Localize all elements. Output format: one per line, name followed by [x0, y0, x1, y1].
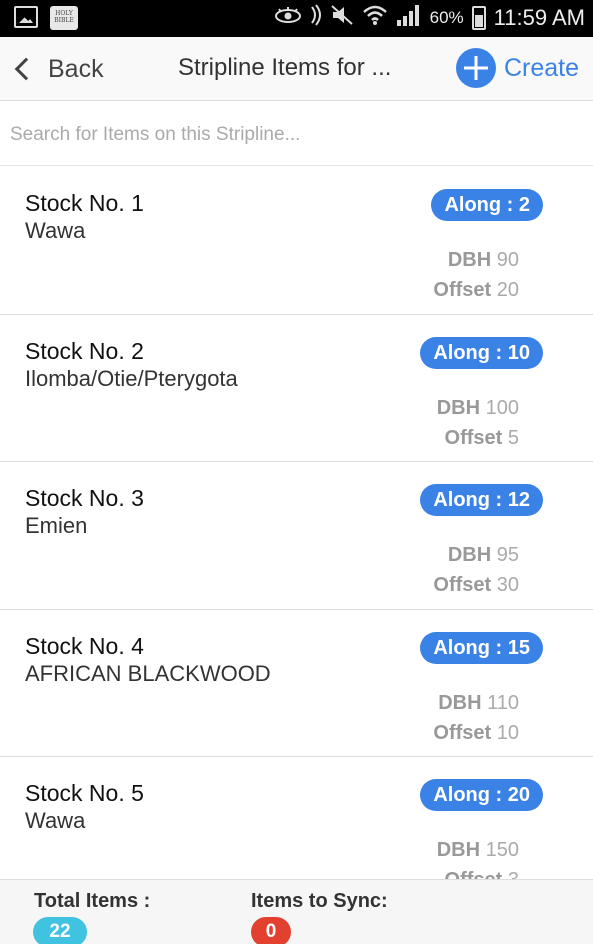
- item-title: Stock No. 3: [25, 485, 144, 511]
- offset-label: Offset: [445, 869, 503, 879]
- item-offset: Offset 20: [433, 279, 519, 302]
- item-title: Stock No. 1: [25, 190, 144, 216]
- offset-value: 3: [508, 869, 519, 879]
- dbh-value: 110: [487, 691, 519, 714]
- mute-icon: [330, 4, 354, 32]
- along-badge: Along : 12: [420, 484, 543, 516]
- item-offset: Offset 30: [433, 574, 519, 597]
- offset-label: Offset: [433, 574, 492, 596]
- dbh-value: 90: [496, 249, 519, 271]
- list-item[interactable]: Stock No. 3 Emien Along : 12 DBH 95 Offs…: [0, 462, 593, 610]
- dbh-value: 150: [485, 839, 519, 861]
- offset-label: Offset: [444, 426, 503, 449]
- item-dbh: DBH 110: [438, 692, 519, 715]
- dbh-label: DBH: [447, 544, 492, 566]
- eye-icon: [274, 5, 302, 31]
- item-dbh: DBH 150: [437, 839, 519, 862]
- items-to-sync-label: Items to Sync:: [251, 890, 388, 912]
- battery-icon: [471, 6, 486, 30]
- item-dbh: DBH 100: [437, 397, 519, 420]
- back-button[interactable]: Back: [12, 51, 104, 87]
- item-title: Stock No. 2: [25, 337, 144, 364]
- item-offset: Offset 5: [445, 427, 519, 450]
- offset-value: 20: [496, 279, 519, 301]
- status-bar: HOLY BIBLE 60% 11:59 AM: [0, 0, 593, 37]
- list-item[interactable]: Stock No. 2 Ilomba/Otie/Pterygota Along …: [0, 314, 593, 462]
- page-title: Stripline Items for ...: [178, 54, 392, 81]
- dbh-label: DBH: [447, 249, 492, 271]
- item-species: Emien: [25, 513, 88, 538]
- clock: 11:59 AM: [493, 5, 585, 30]
- search-bar: [0, 102, 593, 166]
- item-offset: Offset 3: [445, 869, 519, 879]
- back-label: Back: [48, 54, 104, 83]
- item-offset: Offset 10: [433, 722, 519, 745]
- summary-footer: Total Items : 22 Items to Sync: 0: [0, 879, 593, 944]
- along-badge: Along : 10: [420, 336, 543, 369]
- item-species: AFRICAN BLACKWOOD: [25, 660, 271, 686]
- dbh-label: DBH: [436, 396, 481, 419]
- along-badge: Along : 15: [420, 631, 543, 664]
- dbh-value: 100: [485, 396, 519, 419]
- signal-icon: [396, 4, 422, 32]
- offset-value: 10: [496, 721, 519, 744]
- dbh-value: 95: [496, 544, 519, 566]
- total-items-badge: 22: [33, 917, 87, 944]
- nfc-icon: [310, 4, 322, 32]
- item-species: Ilomba/Otie/Pterygota: [25, 365, 238, 391]
- plus-icon: [455, 48, 496, 88]
- item-title: Stock No. 5: [25, 780, 144, 806]
- wifi-icon: [362, 4, 388, 32]
- dbh-label: DBH: [436, 839, 481, 861]
- item-species: Wawa: [25, 808, 86, 833]
- item-species: Wawa: [25, 218, 86, 243]
- offset-value: 30: [496, 574, 519, 596]
- offset-value: 5: [507, 426, 519, 449]
- holy-bible-app-icon: HOLY BIBLE: [50, 6, 78, 30]
- list-item[interactable]: Stock No. 5 Wawa Along : 20 DBH 150 Offs…: [0, 757, 593, 879]
- dbh-label: DBH: [438, 691, 482, 714]
- item-dbh: DBH 95: [448, 544, 519, 567]
- create-button[interactable]: Create: [455, 48, 579, 88]
- app-header: Back Stripline Items for ... Create: [0, 37, 593, 101]
- along-badge: Along : 2: [431, 189, 543, 221]
- total-items-label: Total Items :: [34, 890, 151, 912]
- chevron-left-icon: [14, 57, 38, 81]
- item-title: Stock No. 4: [25, 632, 144, 659]
- stripline-items-list[interactable]: Stock No. 1 Wawa Along : 2 DBH 90 Offset…: [0, 167, 593, 879]
- offset-label: Offset: [433, 279, 492, 301]
- search-input[interactable]: [10, 120, 580, 150]
- item-dbh: DBH 90: [448, 249, 519, 272]
- offset-label: Offset: [433, 721, 492, 744]
- along-badge: Along : 20: [420, 779, 543, 811]
- battery-percent: 60%: [429, 8, 464, 27]
- create-label: Create: [503, 53, 579, 82]
- gallery-icon: [14, 6, 38, 28]
- list-item[interactable]: Stock No. 4 AFRICAN BLACKWOOD Along : 15…: [0, 609, 593, 757]
- items-to-sync-badge[interactable]: 0: [251, 917, 291, 944]
- list-item[interactable]: Stock No. 1 Wawa Along : 2 DBH 90 Offset…: [0, 167, 593, 315]
